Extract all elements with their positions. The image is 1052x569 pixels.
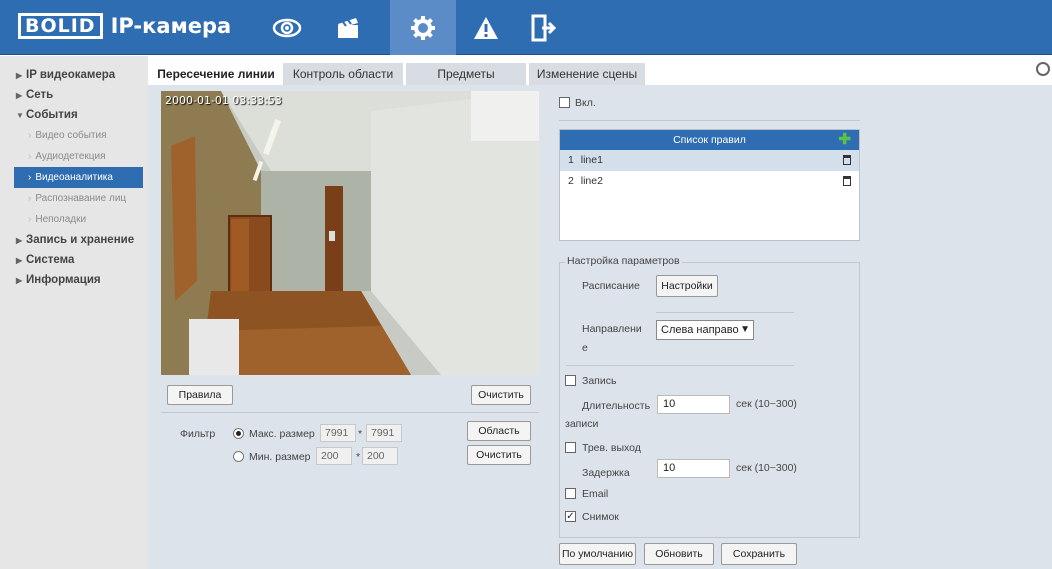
tab-bar: Пересечение линии Контроль области Предм… xyxy=(148,56,1052,86)
video-preview[interactable]: 2000-01-01 03:33:53 xyxy=(161,91,539,375)
record-duration-input[interactable]: 10 xyxy=(657,395,730,414)
rule-number: 1 xyxy=(568,154,574,166)
max-size-label: Макс. размер xyxy=(249,428,315,440)
video-timestamp: 2000-01-01 03:33:53 xyxy=(165,94,282,107)
direction-select[interactable]: Слева направо ▼ xyxy=(656,320,754,340)
divider xyxy=(566,365,794,366)
schedule-settings-button[interactable]: Настройки xyxy=(656,275,718,297)
tab-objects[interactable]: Предметы xyxy=(406,63,526,85)
rules-list-title: Список правил xyxy=(673,134,746,146)
save-button[interactable]: Сохранить xyxy=(721,543,797,565)
sidebar-item-information[interactable]: ▶ Информация xyxy=(0,270,148,290)
rule-row[interactable]: 1 line1 xyxy=(560,150,859,171)
divider xyxy=(559,120,860,121)
divider xyxy=(161,412,539,413)
rule-name: line2 xyxy=(580,175,603,187)
sidebar-item-system[interactable]: ▶ Система xyxy=(0,250,148,270)
sidebar-item-ip-camera[interactable]: ▶ IP видеокамера xyxy=(0,65,148,85)
logo-brand: BOLID xyxy=(18,13,103,39)
divider xyxy=(656,312,794,313)
rules-list: Список правил ✚ 1 line1 2 line2 xyxy=(559,129,860,241)
sidebar-item-network[interactable]: ▶ Сеть xyxy=(0,85,148,105)
delay-label: Задержка xyxy=(582,467,630,479)
clapperboard-icon[interactable] xyxy=(319,0,377,55)
rule-number: 2 xyxy=(568,175,574,187)
alarm-output-label: Трев. выход xyxy=(582,442,641,454)
alarm-output-checkbox[interactable] xyxy=(565,442,576,453)
sidebar-item-events[interactable]: ▼ События xyxy=(0,105,148,125)
sidebar-subitem-face-recognition[interactable]: › Распознавание лиц xyxy=(0,188,148,209)
max-height-input[interactable]: 7991 xyxy=(366,424,402,442)
eye-icon[interactable] xyxy=(258,0,316,55)
max-width-input[interactable]: 7991 xyxy=(320,424,356,442)
delete-rule-icon[interactable] xyxy=(843,155,851,165)
logout-icon[interactable] xyxy=(514,0,572,55)
schedule-label: Расписание xyxy=(582,280,640,292)
delete-rule-icon[interactable] xyxy=(843,176,851,186)
params-legend: Настройка параметров xyxy=(565,255,682,267)
snapshot-checkbox[interactable]: ✓ xyxy=(565,511,576,522)
sidebar-subitem-video-analytics[interactable]: › Видеоаналитика xyxy=(14,167,143,188)
gear-icon[interactable] xyxy=(390,0,456,55)
min-width-input[interactable]: 200 xyxy=(316,447,352,465)
enable-checkbox[interactable] xyxy=(559,97,570,108)
direction-value: Слева направо xyxy=(661,324,739,336)
alarm-warning-icon[interactable] xyxy=(457,0,515,55)
email-label: Email xyxy=(582,488,609,500)
delay-input[interactable]: 10 xyxy=(657,459,730,478)
record-duration-label: Длительность xyxy=(582,400,651,412)
area-button[interactable]: Область xyxy=(467,421,531,441)
delay-range: сек (10~300) xyxy=(736,462,797,474)
clear-area-button[interactable]: Очистить xyxy=(467,445,531,465)
rules-button[interactable]: Правила xyxy=(167,385,233,405)
record-duration-range: сек (10~300) xyxy=(736,398,797,410)
sidebar-subitem-audio-detection[interactable]: › Аудиодетекция xyxy=(0,146,148,167)
times-sign-2: * xyxy=(356,451,361,463)
rule-row[interactable]: 2 line2 xyxy=(560,171,859,192)
sidebar: ▶ IP видеокамера ▶ Сеть ▼ События › Видео со… xyxy=(0,56,148,569)
sidebar-subitem-video-events[interactable]: › Видео события xyxy=(0,125,148,146)
min-height-input[interactable]: 200 xyxy=(362,447,398,465)
record-duration-label-wrap: записи xyxy=(565,418,599,430)
direction-label: Направлени xyxy=(582,323,642,335)
sidebar-subitem-faults[interactable]: › Неполадки xyxy=(0,209,148,230)
default-button[interactable]: По умолчанию xyxy=(559,543,636,565)
enable-label: Вкл. xyxy=(575,97,596,109)
chevron-down-icon: ▼ xyxy=(740,324,750,335)
tab-scene-change[interactable]: Изменение сцены xyxy=(529,63,645,85)
top-navigation-bar: BOLID IP-камера xyxy=(0,0,1052,55)
add-rule-icon[interactable]: ✚ xyxy=(838,132,851,148)
filter-label: Фильтр xyxy=(180,428,216,440)
email-checkbox[interactable] xyxy=(565,488,576,499)
rules-list-header: Список правил ✚ xyxy=(560,130,859,150)
logo: BOLID IP-камера xyxy=(18,13,231,39)
sidebar-item-recording-storage[interactable]: ▶ Запись и хранение xyxy=(0,230,148,250)
min-size-label: Мин. размер xyxy=(249,451,311,463)
record-checkbox[interactable] xyxy=(565,375,576,386)
clear-button[interactable]: Очистить xyxy=(471,385,531,405)
record-label: Запись xyxy=(582,375,617,387)
direction-label-wrap: е xyxy=(582,342,588,354)
refresh-button[interactable]: Обновить xyxy=(644,543,714,565)
tab-line-crossing[interactable]: Пересечение линии xyxy=(152,63,280,85)
logo-product: IP-камера xyxy=(110,14,232,38)
snapshot-label: Снимок xyxy=(582,511,619,523)
min-size-radio[interactable] xyxy=(233,451,244,462)
rule-name: line1 xyxy=(580,154,603,166)
max-size-radio[interactable] xyxy=(233,428,244,439)
times-sign: * xyxy=(358,428,363,440)
tab-area-control[interactable]: Контроль области xyxy=(283,63,403,85)
